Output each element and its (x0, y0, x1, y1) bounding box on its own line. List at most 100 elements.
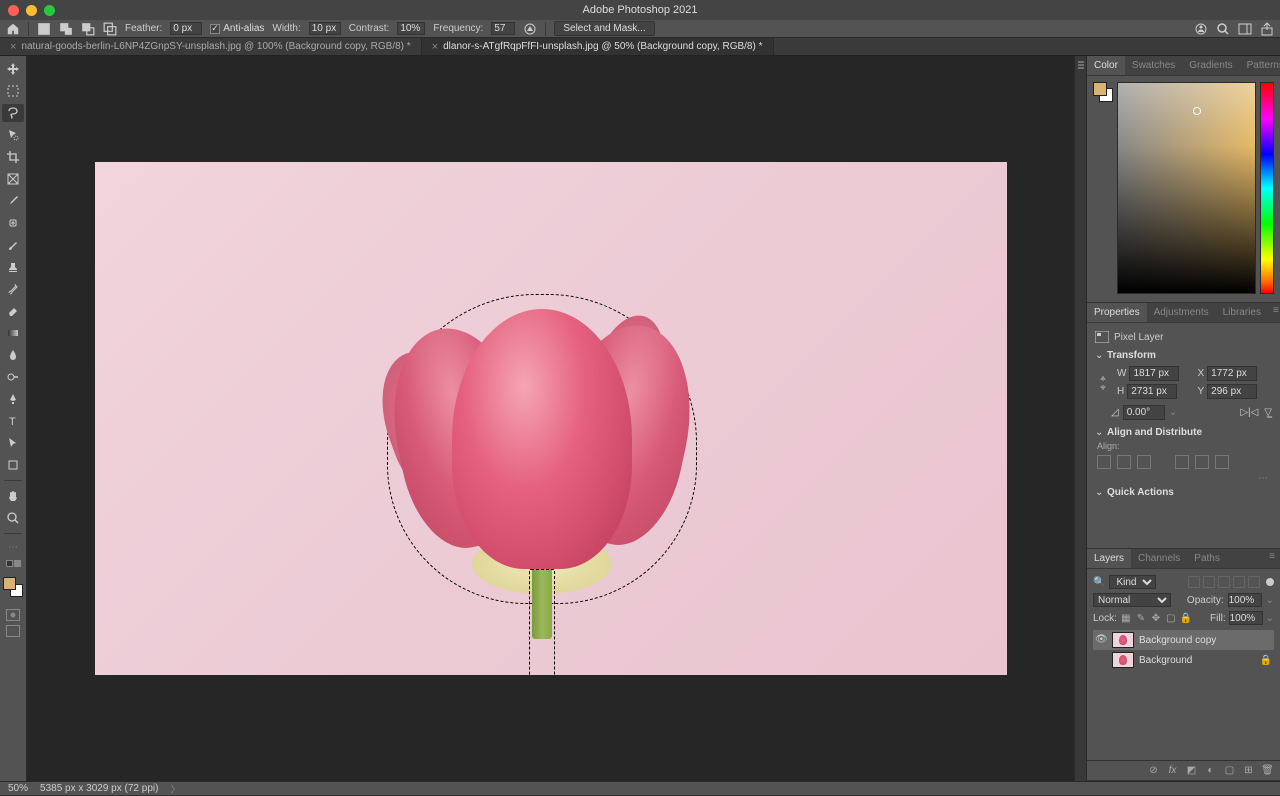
hand-tool[interactable] (2, 487, 24, 505)
filter-smart-icon[interactable] (1248, 576, 1260, 588)
panel-menu-icon[interactable]: ≡ (1264, 549, 1280, 568)
foreground-color-swatch[interactable] (3, 577, 16, 590)
align-hcenter-icon[interactable] (1117, 455, 1131, 469)
blur-tool[interactable] (2, 346, 24, 364)
eraser-tool[interactable] (2, 302, 24, 320)
screen-mode-icon[interactable] (6, 625, 20, 637)
color-field[interactable] (1117, 82, 1256, 294)
lasso-tool[interactable] (2, 104, 24, 122)
close-icon[interactable]: × (10, 41, 16, 53)
y-field[interactable] (1207, 384, 1257, 399)
group-icon[interactable]: ▢ (1223, 764, 1236, 777)
flip-horizontal-icon[interactable]: ▷|◁ (1240, 407, 1258, 418)
lock-artboard-icon[interactable]: ▢ (1165, 612, 1177, 624)
quick-mask-icon[interactable] (6, 609, 20, 621)
tab-adjustments[interactable]: Adjustments (1147, 303, 1216, 322)
lock-all-icon[interactable]: 🔒 (1180, 612, 1192, 624)
filter-adjust-icon[interactable] (1203, 576, 1215, 588)
document-tab-1[interactable]: ×natural-goods-berlin-L6NP4ZGnpSY-unspla… (0, 38, 422, 55)
cloud-docs-icon[interactable] (1194, 22, 1208, 36)
flip-vertical-icon[interactable]: ▽̲ (1264, 407, 1272, 418)
frame-tool[interactable] (2, 170, 24, 188)
zoom-tool[interactable] (2, 509, 24, 527)
crop-tool[interactable] (2, 148, 24, 166)
collapsed-panel-strip[interactable] (1074, 56, 1086, 781)
tab-paths[interactable]: Paths (1187, 549, 1227, 568)
zoom-level[interactable]: 50% (8, 783, 28, 794)
filter-toggle[interactable] (1266, 578, 1274, 586)
lock-transparency-icon[interactable]: ▦ (1120, 612, 1132, 624)
fill-input[interactable] (1229, 611, 1263, 625)
fx-icon[interactable]: fx (1166, 764, 1179, 777)
filter-type-icon[interactable] (1218, 576, 1230, 588)
filter-shape-icon[interactable] (1233, 576, 1245, 588)
workspace-icon[interactable] (1238, 22, 1252, 36)
share-icon[interactable] (1260, 22, 1274, 36)
visibility-icon[interactable]: 👁 (1095, 634, 1107, 646)
angle-field[interactable] (1123, 405, 1165, 420)
window-close-button[interactable] (8, 5, 19, 16)
feather-input[interactable] (170, 22, 202, 35)
filter-pixel-icon[interactable] (1188, 576, 1200, 588)
pen-pressure-icon[interactable] (523, 22, 537, 36)
tab-properties[interactable]: Properties (1087, 303, 1147, 322)
add-selection-icon[interactable] (59, 22, 73, 36)
window-minimize-button[interactable] (26, 5, 37, 16)
adjustment-icon[interactable]: ◐ (1204, 764, 1217, 777)
filter-search-icon[interactable]: 🔍 (1093, 577, 1105, 588)
x-field[interactable] (1207, 366, 1257, 381)
tab-gradients[interactable]: Gradients (1182, 56, 1239, 75)
height-field[interactable] (1127, 384, 1177, 399)
new-layer-icon[interactable]: ⊞ (1242, 764, 1255, 777)
layer-name[interactable]: Background (1139, 655, 1192, 666)
panel-menu-icon[interactable]: ≡ (1268, 303, 1280, 322)
dodge-tool[interactable] (2, 368, 24, 386)
tab-channels[interactable]: Channels (1131, 549, 1187, 568)
pen-tool[interactable] (2, 390, 24, 408)
marquee-tool[interactable] (2, 82, 24, 100)
quick-select-tool[interactable] (2, 126, 24, 144)
width-input[interactable] (309, 22, 341, 35)
delete-icon[interactable]: 🗑 (1261, 764, 1274, 777)
align-right-icon[interactable] (1137, 455, 1151, 469)
contrast-input[interactable] (397, 22, 425, 35)
lock-position-icon[interactable]: ✥ (1150, 612, 1162, 624)
blend-mode-select[interactable]: Normal (1093, 593, 1171, 607)
layer-thumbnail[interactable] (1112, 652, 1134, 668)
close-icon[interactable]: × (432, 41, 438, 53)
foreground-background-colors[interactable] (3, 577, 23, 597)
tab-libraries[interactable]: Libraries (1216, 303, 1268, 322)
align-section-toggle[interactable]: ⌄Align and Distribute (1095, 424, 1272, 441)
more-options-icon[interactable]: ⋯ (1095, 473, 1272, 484)
filter-kind-select[interactable]: Kind (1109, 575, 1156, 589)
layer-thumbnail[interactable] (1112, 632, 1134, 648)
mask-icon[interactable]: ◩ (1185, 764, 1198, 777)
align-bottom-icon[interactable] (1215, 455, 1229, 469)
quick-actions-toggle[interactable]: ⌄Quick Actions (1095, 484, 1272, 501)
color-swatches[interactable] (1093, 82, 1113, 102)
shape-tool[interactable] (2, 456, 24, 474)
lock-pixels-icon[interactable]: ✎ (1135, 612, 1147, 624)
width-field[interactable] (1129, 366, 1179, 381)
brush-tool[interactable] (2, 236, 24, 254)
tab-color[interactable]: Color (1087, 56, 1125, 75)
tab-patterns[interactable]: Patterns (1240, 56, 1280, 75)
window-zoom-button[interactable] (44, 5, 55, 16)
home-icon[interactable] (6, 22, 20, 36)
status-flyout-icon[interactable]: 〉 (170, 781, 180, 796)
search-icon[interactable] (1216, 22, 1230, 36)
align-left-icon[interactable] (1097, 455, 1111, 469)
antialias-checkbox[interactable] (210, 24, 220, 34)
tab-layers[interactable]: Layers (1087, 549, 1131, 568)
layer-row[interactable]: Background 🔒 (1093, 650, 1274, 670)
frequency-input[interactable] (491, 22, 515, 35)
history-brush-tool[interactable] (2, 280, 24, 298)
tab-swatches[interactable]: Swatches (1125, 56, 1182, 75)
layer-name[interactable]: Background copy (1139, 635, 1216, 646)
intersect-selection-icon[interactable] (103, 22, 117, 36)
eyedropper-tool[interactable] (2, 192, 24, 210)
align-top-icon[interactable] (1175, 455, 1189, 469)
subtract-selection-icon[interactable] (81, 22, 95, 36)
opacity-input[interactable] (1228, 593, 1262, 607)
path-select-tool[interactable] (2, 434, 24, 452)
